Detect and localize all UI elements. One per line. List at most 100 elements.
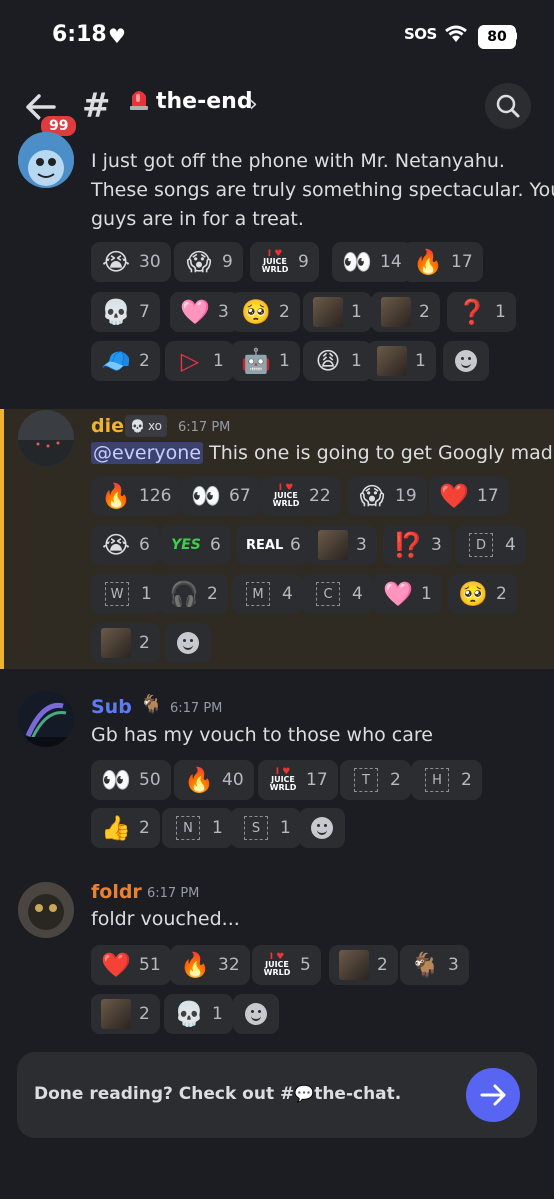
emoji: 🔥: [184, 766, 214, 794]
reaction-count: 40: [222, 770, 244, 790]
avatar[interactable]: [18, 691, 74, 747]
reaction-chip[interactable]: 🔥 32: [170, 945, 250, 985]
reaction-chip[interactable]: I ♥ JUICE WRLD 17: [258, 760, 338, 800]
reaction-count: 4: [505, 535, 516, 555]
chevron-right-icon[interactable]: ›: [249, 92, 258, 117]
reaction-chip[interactable]: 👀 67: [181, 476, 261, 516]
everyone-mention[interactable]: @everyone: [91, 442, 204, 464]
reaction-chip[interactable]: D4: [455, 525, 526, 565]
emoji: 🧢: [101, 347, 131, 375]
reaction-chip[interactable]: 🔥 126: [91, 476, 182, 516]
reaction-chip[interactable]: 2: [91, 623, 160, 663]
reaction-chip[interactable]: ▷ 1: [165, 341, 234, 381]
reaction-chip[interactable]: 1: [367, 341, 436, 381]
skull-icon: 💀: [130, 419, 145, 433]
reaction-chip[interactable]: 😩 1: [303, 341, 372, 381]
custom-photo-emoji: [377, 346, 407, 376]
reaction-chip[interactable]: YES 6: [160, 525, 231, 565]
reaction-chip[interactable]: W1: [91, 574, 162, 614]
reaction-chip[interactable]: 🤖 1: [231, 341, 300, 381]
reaction-chip[interactable]: 👍 2: [91, 808, 160, 848]
emoji: 💀: [101, 298, 131, 326]
reaction-chip[interactable]: M4: [232, 574, 303, 614]
reaction-chip[interactable]: 🐐 3: [400, 945, 469, 985]
emoji: 🔥: [413, 248, 443, 276]
reaction-chip[interactable]: I ♥ JUICE WRLD 22: [261, 476, 341, 516]
reaction-chip[interactable]: 🧢 2: [91, 341, 160, 381]
reaction-chip[interactable]: 👀 14: [332, 242, 412, 282]
reaction-chip[interactable]: ❤️ 51: [91, 945, 171, 985]
reaction-chip[interactable]: 🎧 2: [159, 574, 228, 614]
chat-channel-link[interactable]: the-chat.: [314, 1084, 401, 1104]
timestamp: 6:17 PM: [178, 420, 231, 435]
reaction-chip[interactable]: 1: [303, 292, 372, 332]
reaction-chip[interactable]: 😱 19: [347, 476, 427, 516]
reaction-chip[interactable]: 💀 1: [164, 994, 233, 1034]
go-to-channel-button[interactable]: [466, 1068, 520, 1122]
avatar[interactable]: [18, 410, 74, 466]
reaction-chip[interactable]: C4: [302, 574, 373, 614]
battery-icon: 80: [478, 25, 516, 49]
reaction-chip[interactable]: I ♥ JUICE WRLD 9: [250, 242, 319, 282]
reaction-chip[interactable]: 🩷 3: [170, 292, 239, 332]
emoji: 🥺: [458, 580, 488, 608]
add-reaction-button[interactable]: [443, 341, 489, 381]
reaction-chip[interactable]: 😭 30: [91, 242, 171, 282]
reaction-chip[interactable]: I ♥ JUICE WRLD 5: [252, 945, 321, 985]
reaction-chip[interactable]: S1: [230, 808, 301, 848]
message-text: I just got off the phone with Mr. Netany…: [91, 147, 554, 234]
reaction-chip[interactable]: 🥺 2: [231, 292, 300, 332]
message-line: I just got off the phone with Mr. Netany…: [91, 150, 554, 230]
reaction-chip[interactable]: 👀 50: [91, 760, 171, 800]
reaction-count: 22: [309, 486, 331, 506]
username[interactable]: Sub: [91, 696, 132, 718]
add-reaction-button[interactable]: [299, 808, 345, 848]
reaction-chip[interactable]: 😱 9: [174, 242, 243, 282]
channel-name[interactable]: the-end: [156, 89, 253, 114]
reaction-count: 2: [139, 351, 150, 371]
reaction-count: 2: [377, 955, 388, 975]
reaction-count: 2: [390, 770, 401, 790]
reaction-chip[interactable]: 2: [371, 292, 440, 332]
reaction-chip[interactable]: REAL 6: [236, 525, 311, 565]
reaction-chip[interactable]: 🩷 1: [373, 574, 442, 614]
reaction-count: 4: [352, 584, 363, 604]
reaction-chip[interactable]: 😭 6: [91, 525, 160, 565]
timestamp: 6:17 PM: [170, 701, 223, 716]
avatar[interactable]: [18, 882, 74, 938]
reaction-chip[interactable]: 2: [329, 945, 398, 985]
username[interactable]: foldr: [91, 881, 142, 903]
reaction-count: 3: [448, 955, 459, 975]
reaction-chip[interactable]: H2: [411, 760, 482, 800]
username[interactable]: die: [91, 415, 124, 437]
juice-wrld-emoji: I ♥ JUICE WRLD: [269, 767, 297, 792]
reaction-chip[interactable]: T2: [340, 760, 411, 800]
message-line: This one is going to get Googly mad...: [209, 442, 554, 464]
reaction-chip[interactable]: ❓ 1: [447, 292, 516, 332]
reaction-chip[interactable]: 💀 7: [91, 292, 160, 332]
add-reaction-button[interactable]: [233, 994, 279, 1034]
avatar[interactable]: [18, 132, 74, 188]
reaction-chip[interactable]: 2: [91, 994, 160, 1034]
reaction-chip[interactable]: N1: [162, 808, 233, 848]
reaction-count: 14: [380, 252, 402, 272]
reaction-count: 4: [282, 584, 293, 604]
reaction-chip[interactable]: 🔥 17: [403, 242, 483, 282]
custom-photo-emoji: [101, 628, 131, 658]
search-button[interactable]: [485, 83, 531, 129]
reaction-chip[interactable]: 🥺 2: [448, 574, 517, 614]
reaction-count: 1: [495, 302, 506, 322]
reaction-chip[interactable]: 3: [308, 525, 377, 565]
reaction-chip[interactable]: ⁉️ 3: [383, 525, 452, 565]
reaction-count: 51: [139, 955, 161, 975]
add-reaction-button[interactable]: [165, 623, 211, 663]
emoji: ❤️: [439, 482, 469, 510]
reaction-count: 2: [461, 770, 472, 790]
letter-emoji: W: [105, 582, 129, 606]
reaction-chip[interactable]: 🔥 40: [174, 760, 254, 800]
reaction-count: 2: [139, 633, 150, 653]
reaction-chip[interactable]: ❤️ 17: [429, 476, 509, 516]
status-bar: 6:18 ♥ SOS 80: [0, 0, 554, 72]
custom-photo-emoji: [381, 297, 411, 327]
done-reading-prefix: Done reading? Check out #: [34, 1084, 295, 1104]
